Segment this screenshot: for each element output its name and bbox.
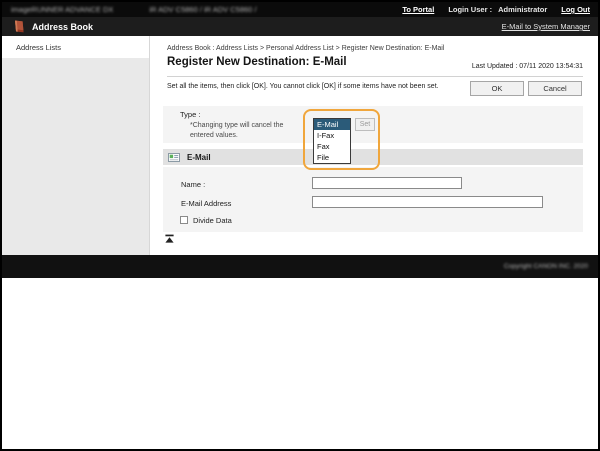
log-out-link[interactable]: Log Out [561,5,590,14]
type-option-ifax[interactable]: I-Fax [314,130,350,141]
mail-to-system-manager-link[interactable]: E-Mail to System Manager [502,22,598,31]
breadcrumb: Address Book : Address Lists > Personal … [167,45,444,52]
back-to-top-icon[interactable] [165,234,174,243]
app-bar: Address Book E-Mail to System Manager [2,17,598,36]
name-input[interactable] [312,177,462,189]
device-topbar: imageRUNNER ADVANCE DX iR ADV C5860 / iR… [2,2,598,17]
device-model-text: imageRUNNER ADVANCE DX [11,5,113,14]
login-user-name: Administrator [498,5,547,14]
set-button[interactable]: Set [355,118,375,131]
cancel-button[interactable]: Cancel [528,81,582,96]
email-fields-section: Name : E-Mail Address Divide Data [163,167,583,232]
app-title: Address Book [32,22,93,32]
divide-data-label: Divide Data [193,216,232,225]
email-address-label: E-Mail Address [181,199,231,208]
name-label: Name : [181,180,205,189]
main-content: Address Book : Address Lists > Personal … [150,36,598,255]
device-line-text: iR ADV C5860 / iR ADV C5860 / [149,5,256,14]
type-option-fax[interactable]: Fax [314,141,350,152]
sidebar: Address Lists [2,36,150,255]
remote-ui-window: imageRUNNER ADVANCE DX iR ADV C5860 / iR… [0,0,600,451]
type-option-file[interactable]: File [314,152,350,163]
address-book-icon [12,19,26,34]
instruction-text: Set all the items, then click [OK]. You … [167,81,465,92]
type-option-email[interactable]: E-Mail [314,119,350,130]
footer-bar: Copyright CANON INC. 2020 [2,255,598,278]
to-portal-link[interactable]: To Portal [402,5,434,14]
ok-button[interactable]: OK [470,81,524,96]
type-note: *Changing type will cancel the entered v… [190,121,283,141]
sidebar-item-address-lists[interactable]: Address Lists [2,36,149,58]
title-divider [167,76,583,77]
email-section-header: E-Mail [163,149,583,165]
email-address-input[interactable] [312,196,543,208]
last-updated-text: Last Updated : 07/11 2020 13:54:31 [472,63,583,70]
email-section-title: E-Mail [187,153,211,162]
copyright-text: Copyright CANON INC. 2020 [504,263,588,270]
divide-data-checkbox[interactable] [180,216,188,224]
login-user-label: Login User : [448,5,492,14]
type-dropdown-list: E-Mail I-Fax Fax File [313,118,351,164]
email-card-icon [168,153,180,162]
type-label: Type : [180,110,200,119]
page-title: Register New Destination: E-Mail [167,56,347,68]
